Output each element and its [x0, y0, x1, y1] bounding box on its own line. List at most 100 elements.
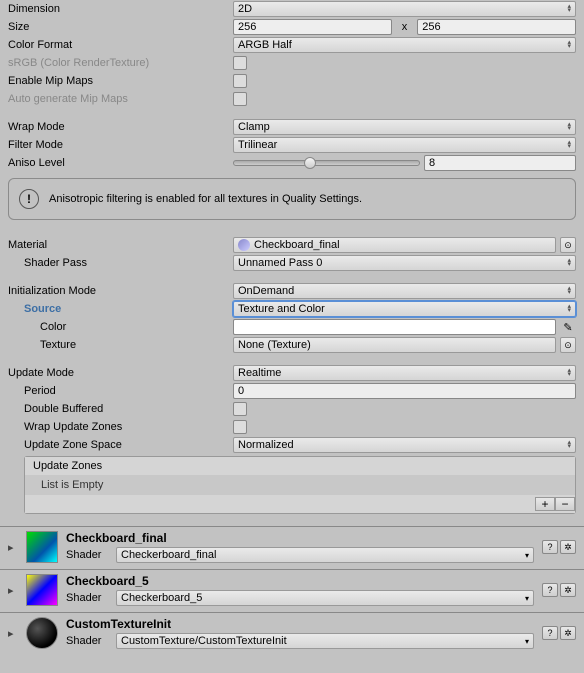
update-zones-empty: List is Empty: [25, 475, 575, 495]
slider-thumb[interactable]: [304, 157, 316, 169]
material-picker-button[interactable]: ⊙: [560, 237, 576, 253]
aniso-label: Aniso Level: [8, 157, 233, 169]
uz-remove-button[interactable]: −: [555, 497, 575, 511]
shader-dropdown[interactable]: CustomTexture/CustomTextureInit▾: [116, 633, 534, 649]
material-thumbnail: [26, 617, 58, 649]
texture-value: None (Texture): [238, 339, 311, 351]
eyedropper-button[interactable]: ✎: [560, 319, 576, 335]
material-icon: [238, 239, 250, 251]
dropdown-arrows-icon: ▴▾: [567, 259, 571, 267]
help-button[interactable]: ?: [542, 626, 558, 640]
material-name: Checkboard_5: [66, 574, 534, 588]
dropdown-arrows-icon: ▴▾: [567, 369, 571, 377]
filter-mode-label: Filter Mode: [8, 139, 233, 151]
wrap-uz-checkbox[interactable]: [233, 420, 247, 434]
foldout-icon[interactable]: ▸: [8, 627, 18, 640]
shader-value: Checkerboard_5: [121, 592, 202, 604]
source-dropdown[interactable]: Texture and Color ▴▾: [233, 301, 576, 317]
dropdown-arrows-icon: ▴▾: [567, 41, 571, 49]
material-section: ▸ Checkboard_5 Shader Checkerboard_5▾ ? …: [0, 569, 584, 612]
help-button[interactable]: ?: [542, 540, 558, 554]
material-section: ▸ CustomTextureInit Shader CustomTexture…: [0, 612, 584, 655]
info-icon: !: [19, 189, 39, 209]
uz-space-label: Update Zone Space: [8, 439, 233, 451]
color-format-label: Color Format: [8, 39, 233, 51]
wrap-uz-label: Wrap Update Zones: [8, 421, 233, 433]
enable-mip-label: Enable Mip Maps: [8, 75, 233, 87]
material-value: Checkboard_final: [254, 239, 340, 251]
update-zones-header[interactable]: Update Zones: [25, 457, 575, 475]
update-mode-dropdown[interactable]: Realtime ▴▾: [233, 365, 576, 381]
size-width-input[interactable]: [233, 19, 392, 35]
material-section: ▸ Checkboard_final Shader Checkerboard_f…: [0, 526, 584, 569]
aniso-slider[interactable]: [233, 160, 420, 166]
dimension-value: 2D: [238, 3, 252, 15]
shader-pass-label: Shader Pass: [8, 257, 233, 269]
wrap-mode-dropdown[interactable]: Clamp ▴▾: [233, 119, 576, 135]
size-height-input[interactable]: [417, 19, 576, 35]
size-x-label: x: [396, 21, 414, 33]
info-box: ! Anisotropic filtering is enabled for a…: [8, 178, 576, 220]
shader-label: Shader: [66, 635, 110, 647]
source-value: Texture and Color: [238, 303, 325, 315]
dropdown-arrows-icon: ▴▾: [567, 305, 571, 313]
foldout-icon[interactable]: ▸: [8, 541, 18, 554]
shader-label: Shader: [66, 592, 110, 604]
init-mode-dropdown[interactable]: OnDemand ▴▾: [233, 283, 576, 299]
wrap-mode-value: Clamp: [238, 121, 270, 133]
shader-value: Checkerboard_final: [121, 549, 216, 561]
enable-mip-checkbox[interactable]: [233, 74, 247, 88]
dropdown-arrows-icon: ▴▾: [567, 141, 571, 149]
shader-dropdown[interactable]: Checkerboard_5▾: [116, 590, 534, 606]
filter-mode-dropdown[interactable]: Trilinear ▴▾: [233, 137, 576, 153]
color-format-dropdown[interactable]: ARGB Half ▴▾: [233, 37, 576, 53]
color-label: Color: [8, 321, 233, 333]
dropdown-arrows-icon: ▴▾: [567, 287, 571, 295]
srgb-checkbox: [233, 56, 247, 70]
double-buffered-checkbox[interactable]: [233, 402, 247, 416]
dropdown-arrows-icon: ▴▾: [567, 5, 571, 13]
material-thumbnail: [26, 531, 58, 563]
shader-dropdown[interactable]: Checkerboard_final▾: [116, 547, 534, 563]
settings-gear-button[interactable]: ✲: [560, 626, 576, 640]
color-format-value: ARGB Half: [238, 39, 292, 51]
shader-pass-dropdown[interactable]: Unnamed Pass 0 ▴▾: [233, 255, 576, 271]
filter-mode-value: Trilinear: [238, 139, 277, 151]
color-field[interactable]: [233, 319, 556, 335]
period-input[interactable]: [233, 383, 576, 399]
auto-mip-checkbox: [233, 92, 247, 106]
auto-mip-label: Auto generate Mip Maps: [8, 93, 233, 105]
material-thumbnail: [26, 574, 58, 606]
update-mode-value: Realtime: [238, 367, 281, 379]
foldout-icon[interactable]: ▸: [8, 584, 18, 597]
settings-gear-button[interactable]: ✲: [560, 583, 576, 597]
shader-label: Shader: [66, 549, 110, 561]
period-label: Period: [8, 385, 233, 397]
source-label: Source: [8, 303, 233, 315]
aniso-value-input[interactable]: [424, 155, 576, 171]
update-mode-label: Update Mode: [8, 367, 233, 379]
material-label: Material: [8, 239, 233, 251]
double-buffered-label: Double Buffered: [8, 403, 233, 415]
texture-field[interactable]: None (Texture): [233, 337, 556, 353]
settings-gear-button[interactable]: ✲: [560, 540, 576, 554]
uz-add-button[interactable]: +: [535, 497, 555, 511]
shader-pass-value: Unnamed Pass 0: [238, 257, 322, 269]
texture-picker-button[interactable]: ⊙: [560, 337, 576, 353]
dropdown-arrows-icon: ▴▾: [567, 123, 571, 131]
info-text: Anisotropic filtering is enabled for all…: [49, 193, 362, 205]
init-mode-label: Initialization Mode: [8, 285, 233, 297]
wrap-mode-label: Wrap Mode: [8, 121, 233, 133]
dimension-dropdown[interactable]: 2D ▴▾: [233, 1, 576, 17]
uz-space-value: Normalized: [238, 439, 294, 451]
uz-space-dropdown[interactable]: Normalized ▴▾: [233, 437, 576, 453]
dropdown-arrows-icon: ▴▾: [567, 441, 571, 449]
material-name: Checkboard_final: [66, 531, 534, 545]
update-zones-box: Update Zones List is Empty + −: [24, 456, 576, 514]
dimension-label: Dimension: [8, 3, 233, 15]
help-button[interactable]: ?: [542, 583, 558, 597]
init-mode-value: OnDemand: [238, 285, 294, 297]
size-label: Size: [8, 21, 233, 33]
shader-value: CustomTexture/CustomTextureInit: [121, 635, 287, 647]
material-field[interactable]: Checkboard_final: [233, 237, 556, 253]
